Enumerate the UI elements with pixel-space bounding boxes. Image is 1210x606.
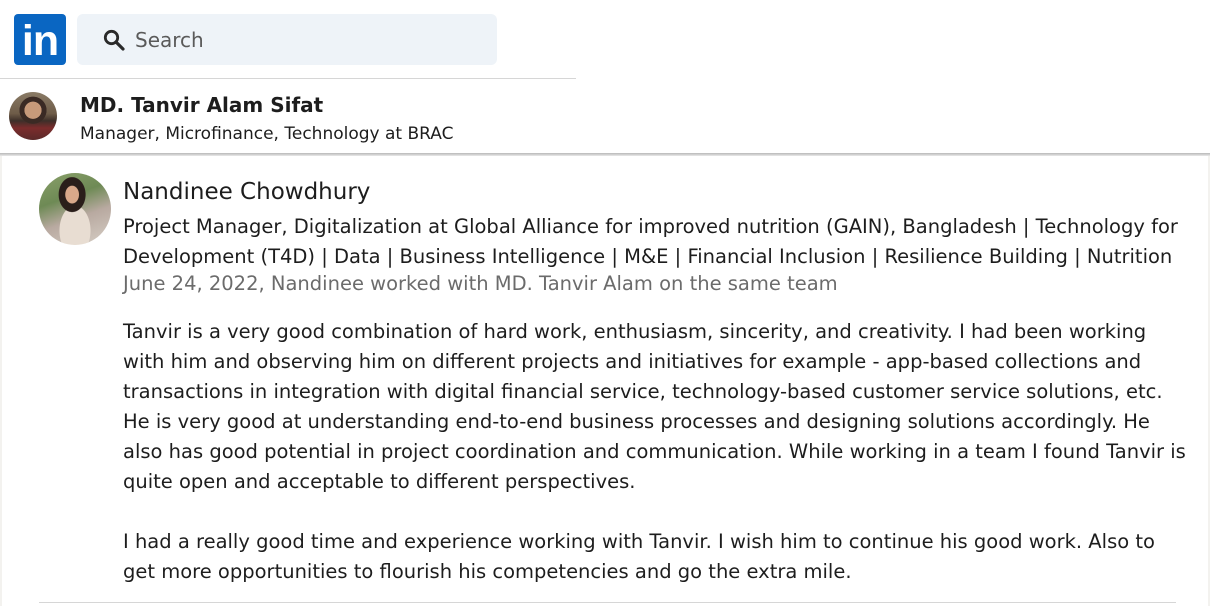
profile-headline: Manager, Microfinance, Technology at BRA…	[80, 124, 454, 144]
recommendation-paragraph: Tanvir is a very good combination of har…	[123, 320, 1186, 493]
profile-name[interactable]: MD. Tanvir Alam Sifat	[80, 93, 323, 117]
recommender-name[interactable]: Nandinee Chowdhury	[123, 179, 370, 205]
linkedin-logo[interactable]: in	[14, 14, 66, 65]
recommendations-section: Nandinee Chowdhury Project Manager, Digi…	[0, 156, 1210, 606]
recommendation-card: Nandinee Chowdhury Project Manager, Digi…	[2, 156, 1208, 606]
search-icon	[103, 29, 125, 51]
recommendation-text: Tanvir is a very good combination of har…	[123, 317, 1189, 606]
profile-avatar[interactable]	[9, 92, 57, 140]
recommendation-paragraph: I had a really good time and experience …	[123, 530, 1155, 583]
profile-header: MD. Tanvir Alam Sifat Manager, Microfina…	[0, 79, 1210, 153]
recommender-avatar[interactable]	[39, 173, 111, 245]
page: in MD. Tanvir Alam Sifat Manager, Microf…	[0, 0, 1210, 606]
recommendation-meta: June 24, 2022, Nandinee worked with MD. …	[123, 272, 838, 295]
divider	[39, 602, 1176, 603]
search-input[interactable]	[135, 23, 475, 57]
top-navigation-bar: in	[0, 0, 1210, 78]
recommender-headline: Project Manager, Digitalization at Globa…	[123, 215, 1178, 268]
search-box[interactable]	[77, 14, 497, 65]
